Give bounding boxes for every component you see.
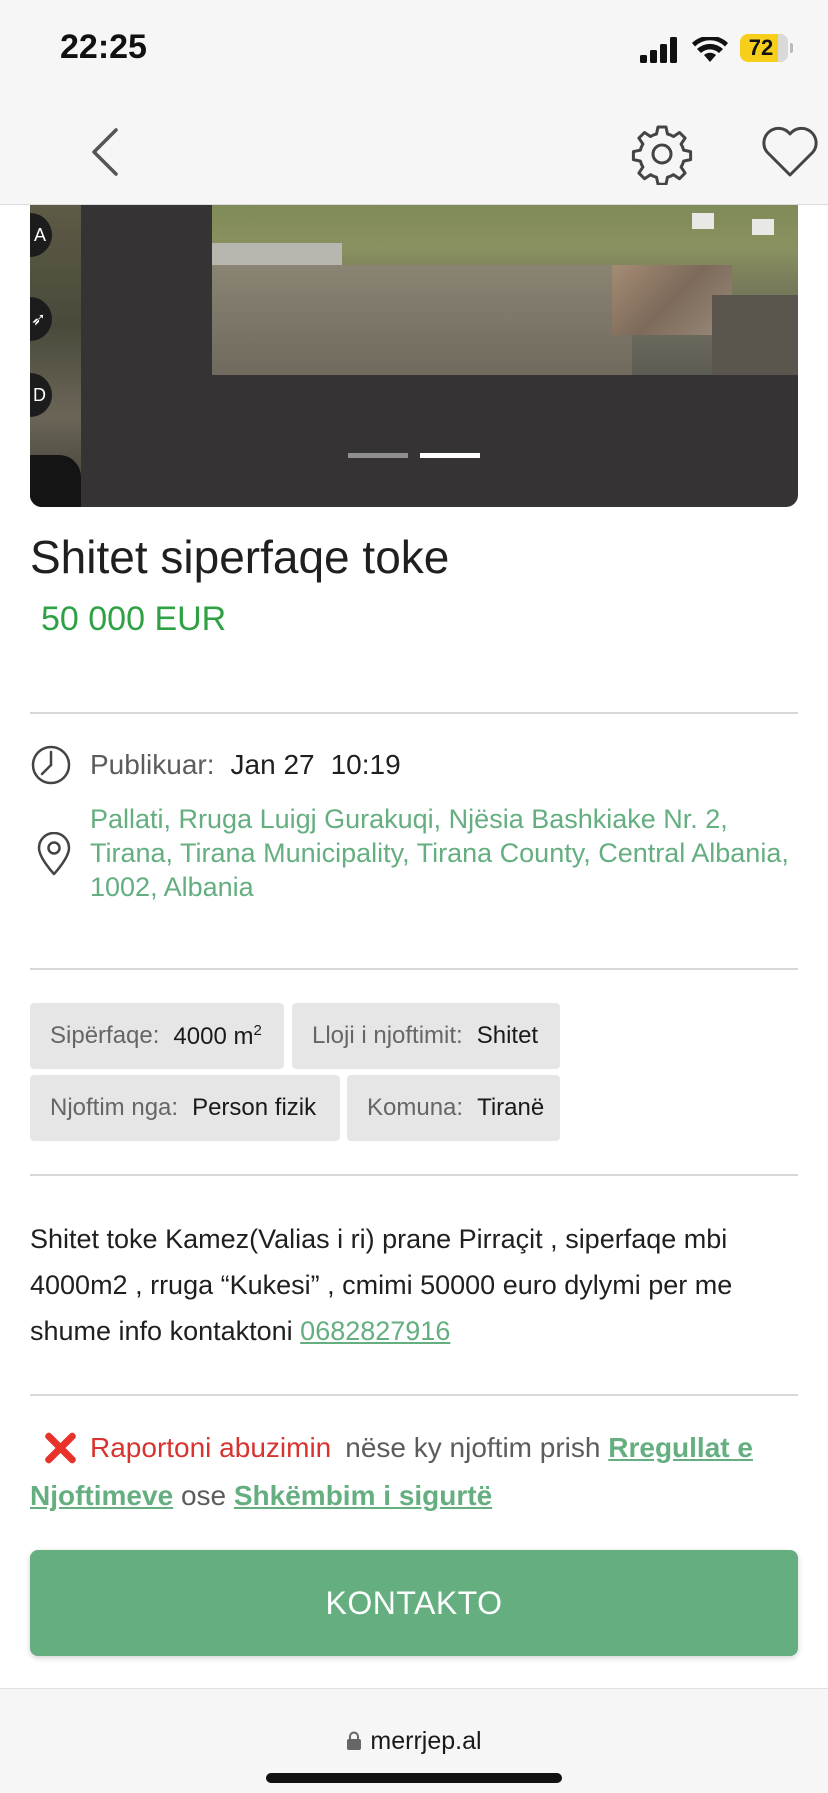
divider [30,1174,798,1176]
attribute-chip-type: Lloji i njoftimit: Shitet [292,1003,560,1069]
attribute-key: Lloji i njoftimit: [312,1022,463,1049]
attribute-value: Shitet [476,1022,539,1049]
safe-exchange-link[interactable]: Shkëmbim i sigurtë [234,1480,492,1511]
map-locate-icon[interactable]: ➶ [30,297,52,341]
listing-title: Shitet siperfaqe toke [30,531,450,583]
listing-address[interactable]: Pallati, Rruga Luigj Gurakuqi, Njësia Ba… [90,802,790,904]
published-date: Jan 27 [230,749,315,780]
report-text: nëse ky njoftim prish [345,1432,601,1463]
wifi-icon [692,37,728,62]
favorite-button[interactable] [760,124,820,180]
divider [30,712,798,714]
attribute-chip-municipality: Komuna: Tiranë [347,1075,560,1141]
report-section: Raportoni abuzimin nëse ky njoftim prish … [30,1424,800,1520]
attribute-key: Njoftim nga: [50,1094,179,1121]
divider [30,968,798,970]
url-text: merrjep.al [370,1727,482,1755]
listing-description: Shitet toke Kamez(Valias i ri) prane Pir… [30,1216,800,1354]
battery-level: 72 [748,35,774,60]
gear-icon [631,125,693,185]
lock-icon [347,1731,362,1750]
published-label: Publikuar: [90,749,215,780]
chevron-left-icon [92,128,118,176]
attribute-value: Tiranë [477,1094,545,1121]
report-abuse-link[interactable]: Raportoni abuzimin [90,1432,331,1463]
status-icons [640,32,728,68]
attribute-value: Person fizik [192,1094,317,1121]
slide-dot-active[interactable] [420,453,480,458]
browser-bottom-bar: merrjep.al [0,1688,828,1793]
status-time: 22:25 [60,28,147,66]
clock-icon [31,745,71,785]
map-north-icon[interactable]: A [30,213,52,257]
status-bar: 22:25 72 [0,0,828,100]
published-row: Publikuar: Jan 27 10:19 [30,744,401,786]
contact-button[interactable]: KONTAKTO [30,1550,798,1656]
home-indicator [266,1773,562,1783]
attribute-key: Sipërfaqe: [50,1022,160,1049]
photo-gallery[interactable]: A ➶ D [30,205,798,507]
published-time: 10:19 [330,749,401,780]
phone-link[interactable]: 0682827916 [300,1316,450,1346]
settings-button[interactable] [630,122,694,186]
battery-indicator: 72 [740,34,793,62]
slide-indicator [348,453,480,458]
divider [30,1394,798,1396]
attribute-value: 4000 m2 [173,1021,262,1050]
report-text-or: ose [180,1480,227,1511]
attribute-chip-area: Sipërfaqe: 4000 m2 [30,1003,284,1069]
map-3d-icon[interactable]: D [30,373,52,417]
signal-icon [640,37,677,63]
nav-bar [0,100,828,205]
heart-icon [762,126,818,177]
listing-photo[interactable] [212,205,798,375]
attribute-key: Komuna: [367,1094,464,1121]
slide-dot[interactable] [348,453,408,458]
back-button[interactable] [80,126,130,178]
attribute-chip-poster: Njoftim nga: Person fizik [30,1075,340,1141]
listing-price: 50 000 EUR [41,600,227,638]
location-pin-icon [37,832,71,876]
map-preview[interactable]: A ➶ D [30,205,81,507]
close-x-icon [44,1432,76,1464]
url-bar[interactable]: merrjep.al [0,1727,828,1756]
